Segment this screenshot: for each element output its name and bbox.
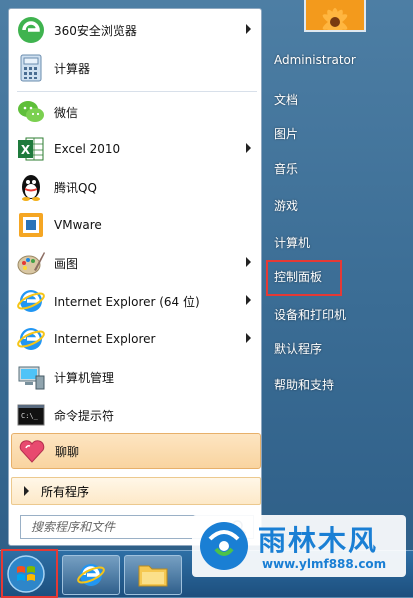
right-item-music[interactable]: 音乐: [274, 160, 298, 177]
control-panel-highlight-box: [266, 260, 342, 296]
ie-icon: [17, 290, 45, 312]
taskbar-explorer-button[interactable]: [124, 555, 182, 595]
right-item-pictures[interactable]: 图片: [274, 125, 298, 142]
right-item-administrator[interactable]: Administrator: [274, 53, 356, 67]
heart-chat-icon: [19, 440, 45, 463]
right-item-computer[interactable]: 计算机: [274, 234, 310, 251]
menu-item-qq[interactable]: 腾讯QQ: [11, 169, 259, 205]
menu-item-cmd[interactable]: C:\_ 命令提示符: [11, 397, 259, 433]
menu-item-label: 聊聊: [55, 444, 80, 459]
start-button-highlight-box: [1, 549, 58, 598]
svg-text:X: X: [21, 143, 31, 157]
menu-item-excel[interactable]: X Excel 2010: [11, 131, 259, 167]
watermark-title: 雨林木风: [258, 524, 379, 557]
qq-icon: [22, 175, 40, 201]
start-menu: 360安全浏览器 计算器 微信 X Excel 2010 腾讯QQ VMware…: [0, 0, 413, 598]
right-item-games[interactable]: 游戏: [274, 197, 298, 214]
menu-item-label: Excel 2010: [54, 142, 121, 156]
expand-arrow-icon: [24, 486, 29, 496]
menu-item-label: VMware: [54, 218, 102, 232]
360-browser-icon: [18, 17, 44, 43]
menu-item-ie64[interactable]: Internet Explorer (64 位): [11, 283, 259, 319]
menu-item-360-browser[interactable]: 360安全浏览器: [11, 12, 259, 48]
right-item-devices-printers[interactable]: 设备和打印机: [274, 306, 346, 323]
menu-item-label: 微信: [54, 105, 79, 120]
menu-item-label: 计算器: [54, 61, 91, 76]
taskbar-ie-button[interactable]: [62, 555, 120, 595]
ie-icon: [17, 328, 45, 350]
menu-item-wechat[interactable]: 微信: [11, 94, 259, 130]
menu-item-paint[interactable]: 画图: [11, 245, 259, 281]
paint-icon: [17, 252, 45, 275]
all-programs-label: 所有程序: [41, 484, 90, 499]
programs-panel: 360安全浏览器 计算器 微信 X Excel 2010 腾讯QQ VMware…: [8, 8, 262, 546]
wechat-icon: [18, 101, 44, 122]
svg-text:C:\_: C:\_: [21, 412, 39, 420]
menu-item-label: 计算机管理: [54, 370, 115, 385]
submenu-arrow-icon[interactable]: [246, 257, 251, 267]
right-item-help-support[interactable]: 帮助和支持: [274, 376, 334, 393]
menu-item-label: 画图: [54, 256, 79, 271]
watermark: 雨林木风 www.ylmf888.com: [192, 515, 406, 581]
ie-icon: [77, 564, 105, 586]
menu-item-vmware[interactable]: VMware: [11, 207, 259, 243]
calculator-icon: [20, 54, 42, 82]
computer-management-icon: [18, 366, 45, 390]
watermark-url: www.ylmf888.com: [262, 557, 387, 571]
submenu-arrow-icon[interactable]: [246, 24, 251, 34]
menu-item-label: 360安全浏览器: [54, 23, 137, 38]
user-picture[interactable]: [304, 0, 366, 32]
menu-item-label: Internet Explorer: [54, 332, 156, 346]
menu-item-ie[interactable]: Internet Explorer: [11, 321, 259, 357]
menu-item-calculator[interactable]: 计算器: [11, 50, 259, 86]
ylmf-logo-icon: [200, 522, 248, 570]
right-item-default-programs[interactable]: 默认程序: [274, 340, 322, 357]
all-programs-button[interactable]: 所有程序: [11, 477, 261, 505]
menu-item-liaoliao[interactable]: 聊聊: [11, 433, 261, 469]
submenu-arrow-icon[interactable]: [246, 333, 251, 343]
menu-item-computer-management[interactable]: 计算机管理: [11, 359, 259, 395]
right-item-documents[interactable]: 文档: [274, 91, 298, 108]
folder-icon: [138, 565, 168, 587]
menu-divider: [17, 91, 257, 92]
submenu-arrow-icon[interactable]: [246, 143, 251, 153]
menu-item-label: 腾讯QQ: [54, 180, 97, 195]
cmd-icon: C:\_: [17, 404, 45, 426]
vmware-icon: [19, 213, 43, 237]
submenu-arrow-icon[interactable]: [246, 295, 251, 305]
menu-item-label: Internet Explorer (64 位): [54, 294, 200, 309]
menu-item-label: 命令提示符: [54, 408, 115, 423]
excel-icon: X: [18, 137, 44, 161]
